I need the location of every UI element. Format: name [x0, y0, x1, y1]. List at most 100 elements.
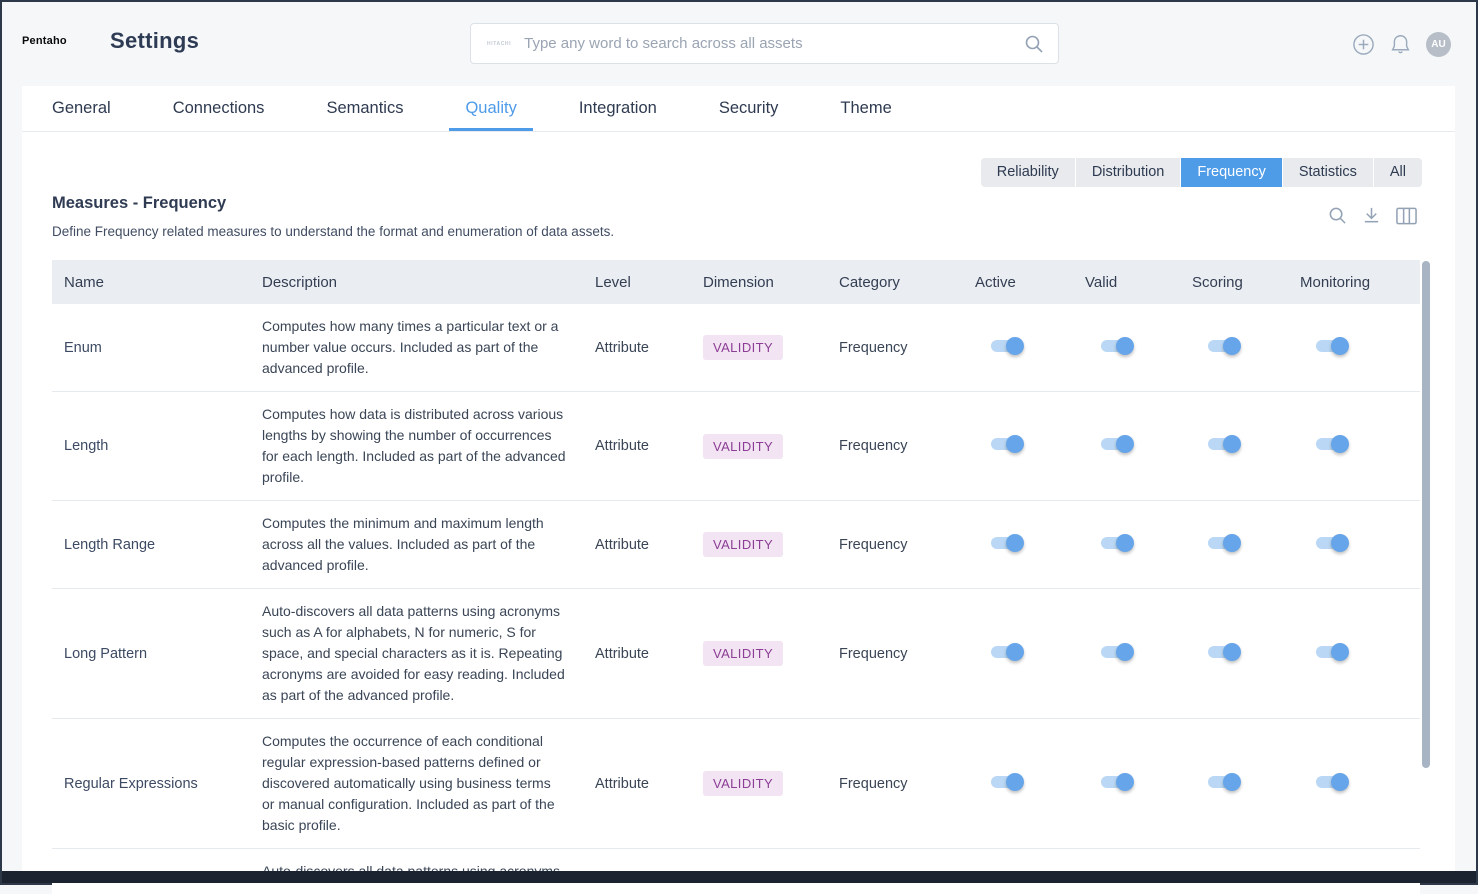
measure-name: Regular Expressions — [52, 776, 250, 792]
header-bar: Pentaho Settings HITACHI AU — [2, 2, 1476, 86]
measure-level: Attribute — [583, 438, 691, 454]
valid-toggle[interactable] — [1101, 438, 1131, 450]
toggle-knob — [1331, 534, 1349, 552]
toggle-knob — [1331, 337, 1349, 355]
global-search[interactable]: HITACHI — [470, 23, 1059, 64]
filter-distribution[interactable]: Distribution — [1076, 158, 1182, 187]
section-subtitle: Define Frequency related measures to und… — [52, 224, 614, 239]
measure-description: Auto-discovers all data patterns using a… — [250, 589, 583, 718]
col-name: Name — [52, 274, 250, 291]
table-tools — [1328, 206, 1417, 225]
filter-all[interactable]: All — [1374, 158, 1422, 187]
columns-icon[interactable] — [1396, 207, 1417, 225]
toggle-knob — [1006, 435, 1024, 453]
header-actions: AU — [1352, 32, 1451, 57]
measure-category: Frequency — [827, 776, 963, 792]
toggle-knob — [1116, 435, 1134, 453]
measure-description: Computes how many times a particular tex… — [250, 304, 583, 391]
toggle-knob — [1223, 337, 1241, 355]
window-bottom-edge — [2, 871, 1476, 883]
measure-level: Attribute — [583, 340, 691, 356]
valid-toggle[interactable] — [1101, 340, 1131, 352]
toggle-knob — [1006, 534, 1024, 552]
active-toggle[interactable] — [991, 646, 1021, 658]
active-toggle[interactable] — [991, 340, 1021, 352]
table-row: Enum Computes how many times a particula… — [52, 304, 1420, 392]
toggle-knob — [1223, 435, 1241, 453]
valid-toggle[interactable] — [1101, 646, 1131, 658]
scoring-toggle[interactable] — [1208, 776, 1238, 788]
table-row: Length Range Computes the minimum and ma… — [52, 501, 1420, 589]
col-level: Level — [583, 274, 691, 291]
table-row: Regular Expressions Computes the occurre… — [52, 719, 1420, 849]
tab-semantics[interactable]: Semantics — [310, 86, 419, 131]
toggle-knob — [1116, 773, 1134, 791]
tab-connections[interactable]: Connections — [157, 86, 281, 131]
measure-name: Length Range — [52, 537, 250, 553]
monitoring-toggle[interactable] — [1316, 438, 1346, 450]
add-circle-icon[interactable] — [1352, 33, 1375, 56]
measure-category: Frequency — [827, 646, 963, 662]
toggle-knob — [1331, 435, 1349, 453]
scoring-toggle[interactable] — [1208, 438, 1238, 450]
dimension-badge: VALIDITY — [703, 532, 783, 557]
dimension-badge: VALIDITY — [703, 771, 783, 796]
col-active: Active — [963, 274, 1073, 291]
measure-category: Frequency — [827, 340, 963, 356]
measure-category: Frequency — [827, 438, 963, 454]
measure-description: Computes how data is distributed across … — [250, 392, 583, 500]
page-title: Settings — [110, 28, 199, 54]
monitoring-toggle[interactable] — [1316, 340, 1346, 352]
measure-category-filter: Reliability Distribution Frequency Stati… — [981, 158, 1422, 187]
user-avatar[interactable]: AU — [1426, 32, 1451, 57]
scoring-toggle[interactable] — [1208, 646, 1238, 658]
content-card: General Connections Semantics Quality In… — [22, 86, 1455, 871]
scoring-toggle[interactable] — [1208, 340, 1238, 352]
valid-toggle[interactable] — [1101, 537, 1131, 549]
toggle-knob — [1006, 337, 1024, 355]
tab-security[interactable]: Security — [703, 86, 795, 131]
dimension-badge: VALIDITY — [703, 434, 783, 459]
monitoring-toggle[interactable] — [1316, 646, 1346, 658]
filter-reliability[interactable]: Reliability — [981, 158, 1076, 187]
measure-level: Attribute — [583, 776, 691, 792]
valid-toggle[interactable] — [1101, 776, 1131, 788]
toggle-knob — [1223, 534, 1241, 552]
table-search-icon[interactable] — [1328, 206, 1347, 225]
search-input[interactable] — [524, 35, 1024, 52]
tab-integration[interactable]: Integration — [563, 86, 673, 131]
search-icon[interactable] — [1024, 34, 1044, 54]
toggle-knob — [1006, 773, 1024, 791]
monitoring-toggle[interactable] — [1316, 537, 1346, 549]
monitoring-toggle[interactable] — [1316, 776, 1346, 788]
measure-category: Frequency — [827, 537, 963, 553]
col-description: Description — [250, 274, 583, 291]
table-row: Long Pattern Auto-discovers all data pat… — [52, 589, 1420, 719]
active-toggle[interactable] — [991, 537, 1021, 549]
measure-name: Long Pattern — [52, 646, 250, 662]
table-scrollbar[interactable] — [1422, 261, 1430, 768]
table-header-row: Name Description Level Dimension Categor… — [52, 260, 1420, 304]
dimension-badge: VALIDITY — [703, 641, 783, 666]
table-row: Length Computes how data is distributed … — [52, 392, 1420, 501]
section-title: Measures - Frequency — [52, 194, 226, 213]
download-icon[interactable] — [1362, 206, 1381, 225]
tab-quality[interactable]: Quality — [449, 86, 532, 131]
measure-level: Attribute — [583, 537, 691, 553]
filter-statistics[interactable]: Statistics — [1283, 158, 1374, 187]
measure-name: Enum — [52, 340, 250, 356]
measure-level: Attribute — [583, 646, 691, 662]
tab-general[interactable]: General — [36, 86, 127, 131]
filter-frequency[interactable]: Frequency — [1181, 158, 1283, 187]
col-monitoring: Monitoring — [1288, 274, 1420, 291]
notifications-bell-icon[interactable] — [1390, 33, 1411, 56]
scoring-toggle[interactable] — [1208, 537, 1238, 549]
toggle-knob — [1331, 643, 1349, 661]
quality-content: Reliability Distribution Frequency Stati… — [22, 132, 1455, 871]
toggle-knob — [1116, 534, 1134, 552]
active-toggle[interactable] — [991, 438, 1021, 450]
toggle-knob — [1006, 643, 1024, 661]
toggle-knob — [1116, 643, 1134, 661]
active-toggle[interactable] — [991, 776, 1021, 788]
tab-theme[interactable]: Theme — [824, 86, 907, 131]
